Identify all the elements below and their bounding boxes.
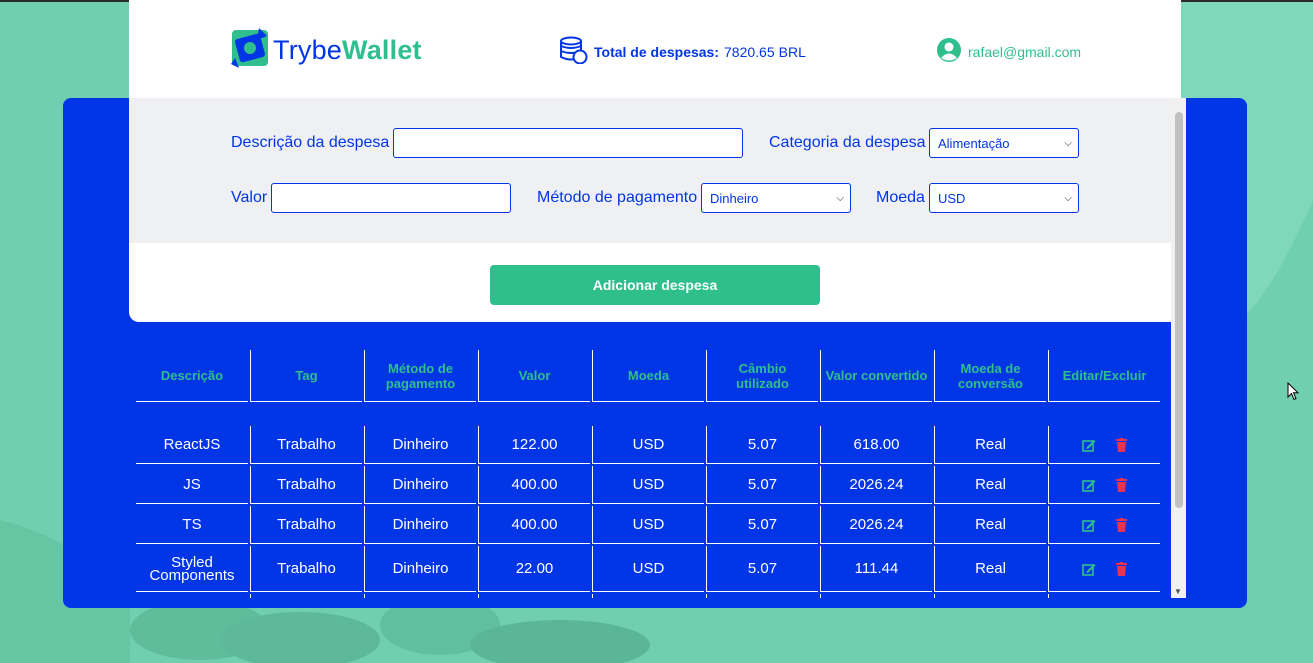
cell-cambio: 5.07 — [706, 426, 818, 464]
cell-cambio: 5.07 — [706, 506, 818, 544]
chevron-down-icon: ⌵ — [1064, 192, 1072, 204]
trash-icon[interactable] — [1116, 437, 1127, 452]
total-currency: BRL — [778, 43, 806, 60]
payment-method-select[interactable]: Dinheiro ⌵ — [701, 183, 851, 213]
chevron-down-icon: ⌵ — [836, 192, 844, 204]
user-avatar-icon — [936, 37, 962, 66]
coins-icon — [559, 36, 589, 67]
trash-icon[interactable] — [1116, 561, 1127, 576]
cell-convertido: 618.00 — [820, 426, 932, 464]
add-expense-button[interactable]: Adicionar despesa — [490, 265, 820, 305]
description-label: Descrição da despesa — [231, 134, 390, 151]
table-row: Styled Components Trabalho Dinheiro 22.0… — [136, 546, 1160, 592]
column-header: Câmbio utilizado — [706, 350, 818, 402]
trash-icon[interactable] — [1116, 477, 1127, 492]
cell-cambio: 5.07 — [706, 546, 818, 592]
expense-form: Descrição da despesa Categoria da despes… — [129, 98, 1181, 243]
header: TrybeWallet Total de despesas: 7820.65 B… — [129, 0, 1181, 98]
cell-cambio: 5.07 — [706, 466, 818, 504]
cell-metodo: Dinheiro — [364, 546, 476, 592]
mouse-cursor-icon — [1287, 382, 1299, 401]
cell-convertido: 2026.24 — [820, 506, 932, 544]
logo-text-trybe: Trybe — [273, 35, 343, 65]
logo-text: TrybeWallet — [273, 35, 422, 66]
edit-icon[interactable] — [1082, 438, 1096, 452]
cell-actions — [1048, 466, 1160, 504]
cell-tag: Trabalho — [250, 506, 362, 544]
table-header-row: Descrição Tag Método de pagamento Valor … — [136, 350, 1160, 402]
cell-conversao: Real — [934, 506, 1046, 544]
total-label: Total de despesas: — [594, 43, 720, 60]
cell-moeda: USD — [592, 546, 704, 592]
category-select-value: Alimentação — [938, 135, 1010, 151]
vertical-scrollbar[interactable]: ▼ — [1171, 98, 1186, 598]
expenses-table: Descrição Tag Método de pagamento Valor … — [134, 348, 1162, 598]
cell-moeda: USD — [592, 466, 704, 504]
cell-actions — [1048, 546, 1160, 592]
cell-descricao: TS — [136, 506, 248, 544]
cell-metodo: Dinheiro — [364, 506, 476, 544]
trybewallet-logo-icon — [229, 26, 271, 75]
payment-method-label: Método de pagamento — [537, 189, 698, 206]
cell-valor: 400.00 — [478, 506, 590, 544]
scroll-down-arrow-icon[interactable]: ▼ — [1174, 587, 1182, 596]
value-input[interactable] — [271, 183, 511, 213]
column-header: Descrição — [136, 350, 248, 402]
value-label: Valor — [231, 189, 268, 206]
currency-select[interactable]: USD ⌵ — [929, 183, 1079, 213]
total-value: 7820.65 — [724, 43, 775, 60]
cell-actions — [1048, 506, 1160, 544]
column-header: Valor convertido — [820, 350, 932, 402]
cell-convertido: 111.44 — [820, 546, 932, 592]
cell-valor: 22.00 — [478, 546, 590, 592]
category-select[interactable]: Alimentação ⌵ — [929, 128, 1079, 158]
cell-tag: Trabalho — [250, 466, 362, 504]
description-input[interactable] — [393, 128, 743, 158]
wallet-card: TrybeWallet Total de despesas: 7820.65 B… — [129, 0, 1181, 322]
edit-icon[interactable] — [1082, 562, 1096, 576]
logo-text-wallet: Wallet — [342, 35, 422, 65]
user-info: rafael@gmail.com — [936, 37, 1081, 66]
cell-descricao: ReactJS — [136, 426, 248, 464]
edit-icon[interactable] — [1082, 518, 1096, 532]
cell-moeda: USD — [592, 506, 704, 544]
cell-metodo: Dinheiro — [364, 466, 476, 504]
table-row: TS Trabalho Dinheiro 400.00 USD 5.07 202… — [136, 506, 1160, 544]
column-header: Tag — [250, 350, 362, 402]
table-row: JS Trabalho Dinheiro 400.00 USD 5.07 202… — [136, 466, 1160, 504]
cell-tag: Trabalho — [250, 426, 362, 464]
scrollbar-thumb[interactable] — [1175, 112, 1183, 508]
column-header: Método de pagamento — [364, 350, 476, 402]
user-email: rafael@gmail.com — [968, 43, 1082, 60]
table-row-partial — [136, 594, 1160, 598]
cell-actions — [1048, 426, 1160, 464]
currency-label: Moeda — [876, 189, 925, 206]
logo: TrybeWallet — [229, 26, 422, 75]
column-header: Editar/Excluir — [1048, 350, 1160, 402]
cell-descricao: Styled Components — [136, 546, 248, 592]
payment-method-select-value: Dinheiro — [710, 190, 759, 206]
total-expenses: Total de despesas: 7820.65 BRL — [559, 36, 806, 67]
column-header: Moeda — [592, 350, 704, 402]
chevron-down-icon: ⌵ — [1064, 137, 1072, 149]
cell-metodo: Dinheiro — [364, 426, 476, 464]
cell-valor: 122.00 — [478, 426, 590, 464]
currency-select-value: USD — [938, 190, 966, 206]
cell-descricao: JS — [136, 466, 248, 504]
table-row: ReactJS Trabalho Dinheiro 122.00 USD 5.0… — [136, 426, 1160, 464]
trash-icon[interactable] — [1116, 517, 1127, 532]
cell-tag: Trabalho — [250, 546, 362, 592]
cell-valor: 400.00 — [478, 466, 590, 504]
cell-conversao: Real — [934, 466, 1046, 504]
column-header: Moeda de conversão — [934, 350, 1046, 402]
cell-moeda: USD — [592, 426, 704, 464]
cell-convertido: 2026.24 — [820, 466, 932, 504]
cell-conversao: Real — [934, 426, 1046, 464]
edit-icon[interactable] — [1082, 478, 1096, 492]
column-header: Valor — [478, 350, 590, 402]
category-label: Categoria da despesa — [769, 134, 926, 151]
cell-conversao: Real — [934, 546, 1046, 592]
